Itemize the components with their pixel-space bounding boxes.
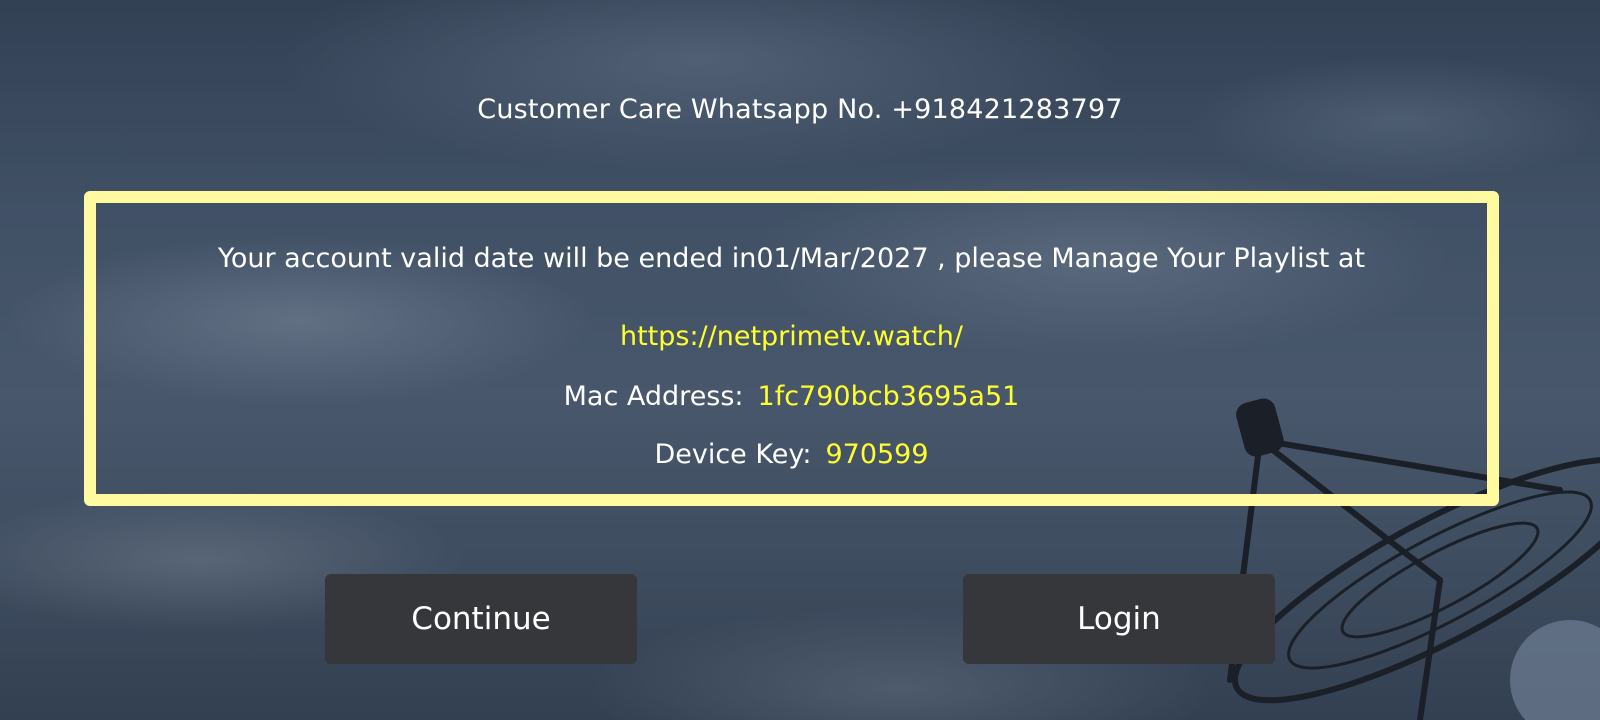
device-key-value: 970599 bbox=[825, 439, 929, 470]
validity-message: Your account valid date will be ended in… bbox=[217, 243, 1366, 274]
login-button[interactable]: Login bbox=[963, 574, 1275, 664]
mac-address-value: 1fc790bcb3695a51 bbox=[757, 381, 1020, 412]
mac-address-label: Mac Address: bbox=[563, 381, 744, 412]
continue-button[interactable]: Continue bbox=[325, 574, 637, 664]
customer-care-text: Customer Care Whatsapp No. +918421283797 bbox=[477, 94, 1123, 125]
playlist-url-link[interactable]: https://netprimetv.watch/ bbox=[96, 321, 1487, 352]
device-key-row: Device Key: 970599 bbox=[96, 439, 1487, 470]
mac-address-row: Mac Address: 1fc790bcb3695a51 bbox=[96, 381, 1487, 412]
account-info-box: Your account valid date will be ended in… bbox=[84, 191, 1499, 506]
device-key-label: Device Key: bbox=[654, 439, 812, 470]
app-screen: Customer Care Whatsapp No. +918421283797… bbox=[0, 0, 1600, 720]
